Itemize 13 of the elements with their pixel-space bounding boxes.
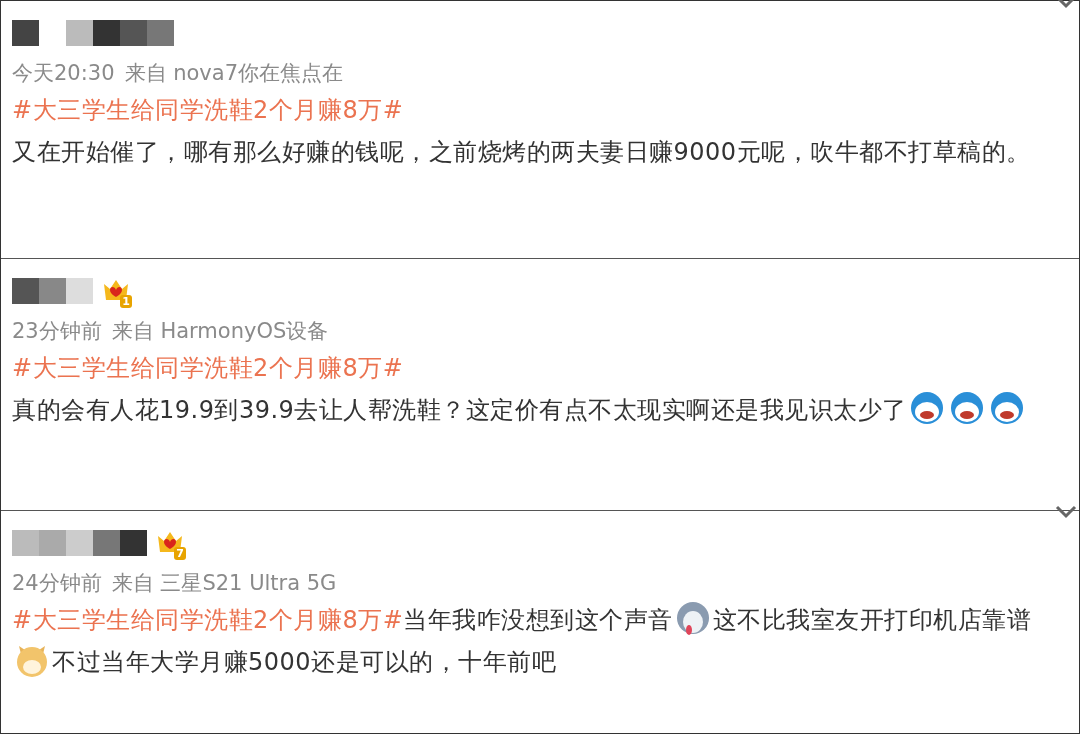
comment-text: #大三学生给同学洗鞋2个月赚8万# 真的会有人花19.9到39.9去让人帮洗鞋？这定价有点不太现实啊还是我见识太少了 [12, 347, 1067, 431]
emoji-icon [908, 390, 945, 426]
comment-meta: 24分钟前 [12, 570, 102, 597]
comment-meta: 来自 nova7你在焦点在 [124, 60, 344, 87]
comment-meta: 23分钟前 [12, 318, 102, 345]
comment-text: #大三学生给同学洗鞋2个月赚8万# 又在开始催了，哪有那么好赚的钱呢，之前烧烤的两夫妻日赚9000元呢，吹牛都不打草稿的。 [12, 95, 1032, 168]
comment-meta: 来自 三星S21 Ultra 5G [111, 570, 337, 597]
comment-text: #大三学生给同学洗鞋2个月赚8万#当年我咋没想到这个声音 这不比我室友开打印机店靠谱 不过当年大学月赚5000还是可以的，十年前吧 [12, 599, 1067, 683]
emoji-icon [674, 600, 711, 636]
comment-meta: 来自 HarmonyOS设备 [111, 318, 329, 345]
emoji-icon [988, 390, 1025, 426]
comment-meta: 今天20:30 [12, 60, 115, 87]
emoji-icon [948, 390, 985, 426]
